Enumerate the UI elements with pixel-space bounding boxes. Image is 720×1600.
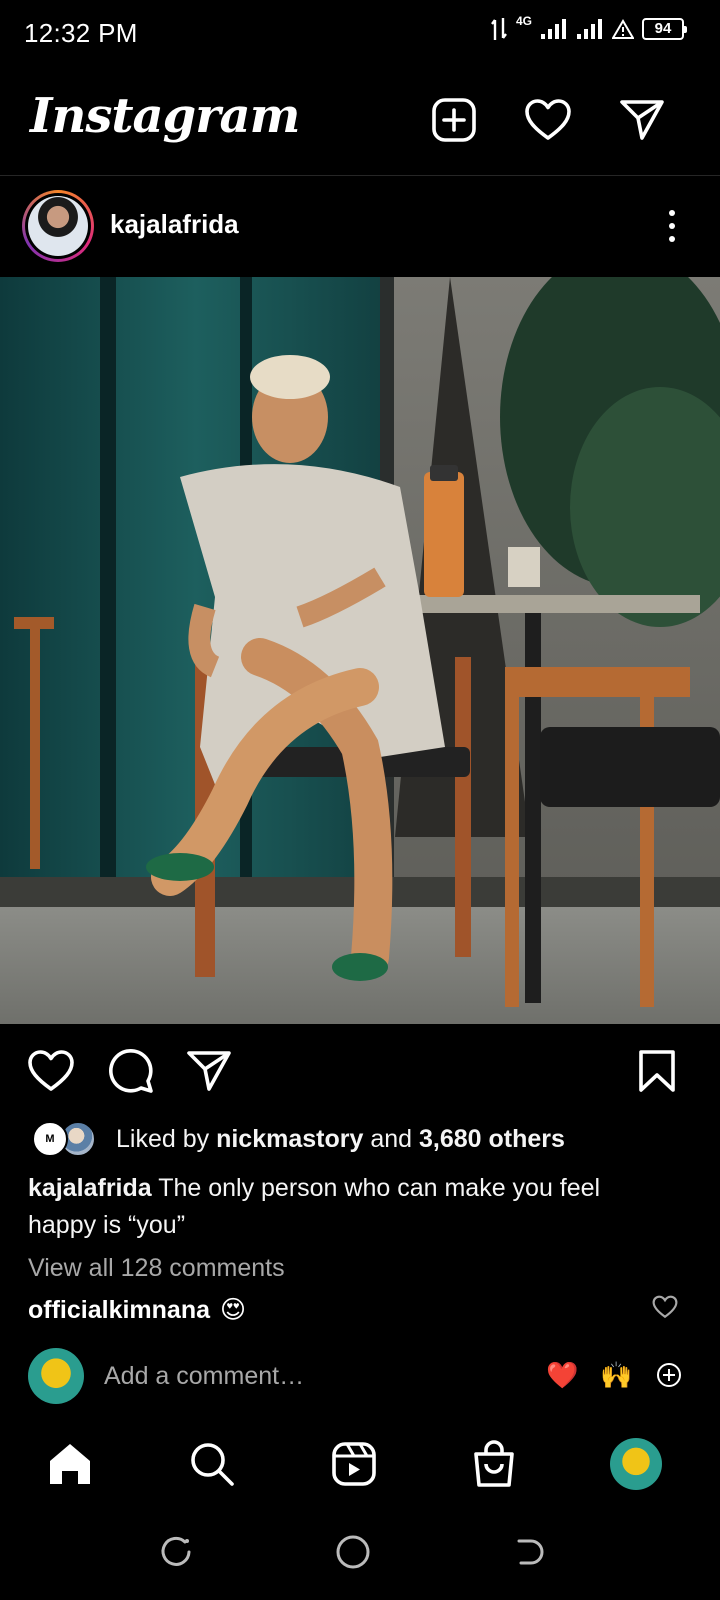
- liker-avatars: M: [28, 1121, 100, 1157]
- reels-icon[interactable]: [326, 1436, 382, 1492]
- add-post-icon[interactable]: [430, 96, 478, 144]
- post-action-bar: [0, 1024, 720, 1114]
- liker-avatar: M: [32, 1121, 68, 1157]
- data-transfer-icon: [491, 18, 507, 40]
- quick-reaction-heart[interactable]: ❤️: [546, 1360, 578, 1391]
- more-options-icon[interactable]: [662, 206, 682, 246]
- warning-icon: [612, 19, 634, 39]
- home-icon[interactable]: [42, 1436, 98, 1492]
- send-icon[interactable]: [618, 96, 666, 144]
- quick-reaction-raised-hands[interactable]: 🙌: [600, 1360, 632, 1391]
- save-bookmark-icon[interactable]: [632, 1046, 682, 1096]
- like-icon[interactable]: [26, 1046, 76, 1096]
- post-caption: kajalafrida The only person who can make…: [28, 1170, 668, 1244]
- more-options-dot: [669, 223, 675, 229]
- post-header: kajalafrida: [0, 176, 720, 276]
- more-options-dot: [669, 210, 675, 216]
- signal-icon-1: [541, 19, 566, 39]
- likes-prefix: Liked by: [116, 1124, 210, 1153]
- network-type-label: 4G: [515, 14, 532, 28]
- liked-by-username[interactable]: nickmastory: [216, 1125, 363, 1153]
- add-comment-input[interactable]: Add a comment…: [104, 1362, 304, 1391]
- add-emoji-icon[interactable]: [656, 1362, 682, 1388]
- status-time: 12:32 PM: [24, 18, 138, 48]
- add-comment-row: Add a comment… ❤️ 🙌: [0, 1348, 720, 1408]
- profile-avatar-image: [610, 1438, 662, 1490]
- current-user-avatar: [28, 1348, 84, 1404]
- likes-summary[interactable]: M Liked by nickmastory and 3,680 others: [28, 1118, 565, 1160]
- app-header: Instagram: [0, 66, 720, 176]
- bottom-navigation: [0, 1428, 720, 1504]
- comment-item: officialkimnana 😍: [28, 1295, 246, 1325]
- likes-conjunction: and: [370, 1124, 413, 1153]
- caption-username[interactable]: kajalafrida: [28, 1174, 152, 1202]
- likes-others-count[interactable]: 3,680 others: [419, 1125, 565, 1153]
- comment-username[interactable]: officialkimnana: [28, 1296, 210, 1325]
- shop-icon[interactable]: [466, 1436, 522, 1492]
- search-icon[interactable]: [184, 1436, 240, 1492]
- likes-text: Liked by nickmastory and 3,680 others: [116, 1125, 565, 1154]
- comment-emoji: 😍: [220, 1296, 247, 1324]
- view-all-comments-link[interactable]: View all 128 comments: [28, 1254, 285, 1283]
- status-icons: 4G 94: [490, 14, 687, 42]
- status-bar: 12:32 PM 4G 94: [0, 0, 720, 66]
- home-system-icon[interactable]: [333, 1532, 373, 1572]
- story-ring-gap: [25, 193, 91, 259]
- heart-icon[interactable]: [524, 96, 572, 144]
- post-photo-illustration: [0, 277, 720, 1024]
- recent-apps-icon[interactable]: [156, 1532, 196, 1572]
- post-image[interactable]: [0, 277, 720, 1024]
- comment-icon[interactable]: [106, 1046, 156, 1096]
- battery-indicator: 94: [642, 18, 687, 40]
- share-icon[interactable]: [184, 1046, 234, 1096]
- author-avatar: [28, 196, 88, 256]
- profile-avatar[interactable]: [608, 1436, 664, 1492]
- instagram-logo[interactable]: Instagram: [30, 88, 300, 144]
- back-system-icon[interactable]: [508, 1532, 548, 1572]
- more-options-dot: [669, 236, 675, 242]
- system-navigation-bar: [0, 1510, 720, 1600]
- comment-like-icon[interactable]: [652, 1295, 680, 1323]
- post-author-username[interactable]: kajalafrida: [110, 209, 239, 240]
- story-ring[interactable]: [22, 190, 94, 262]
- signal-icon-2: [577, 19, 602, 39]
